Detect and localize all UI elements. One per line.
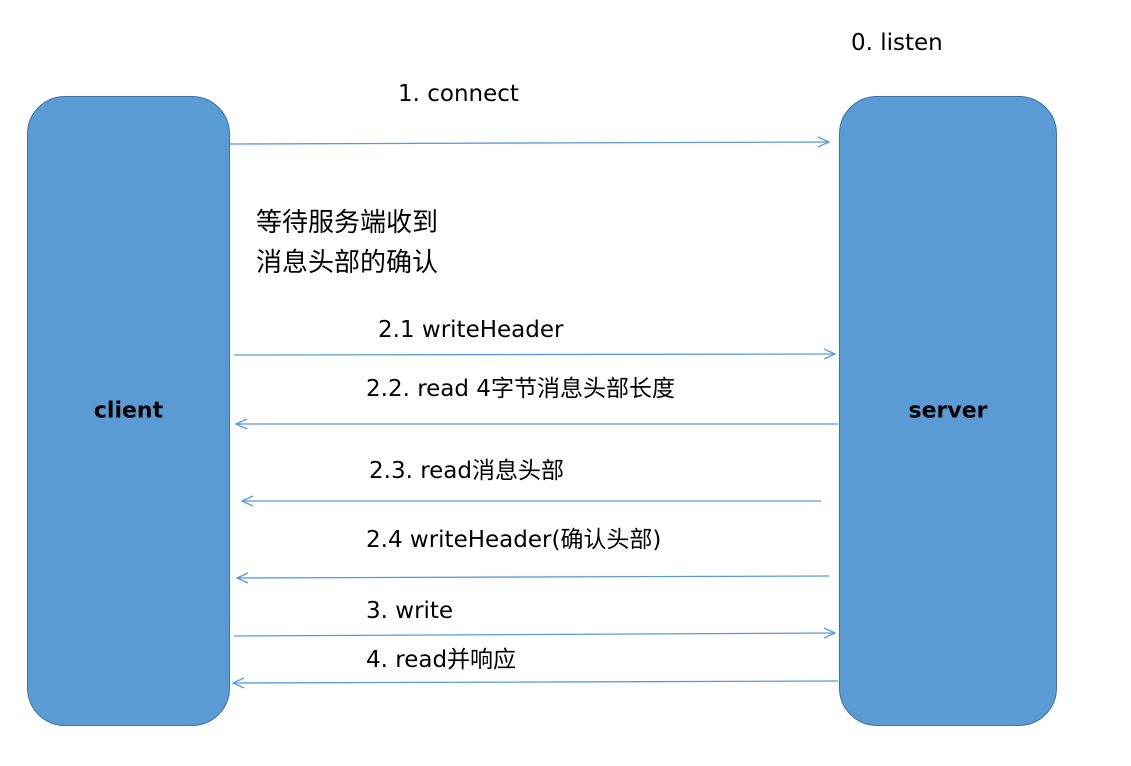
read-header-arrow	[240, 495, 821, 507]
write-arrow	[233, 627, 837, 639]
read-header-length-arrow	[234, 418, 838, 430]
read-respond-arrow	[231, 677, 839, 689]
write-header-arrow	[233, 348, 837, 360]
write-header-ack-arrow	[235, 572, 830, 584]
connect-arrow	[229, 136, 831, 148]
message-arrows	[229, 136, 839, 689]
